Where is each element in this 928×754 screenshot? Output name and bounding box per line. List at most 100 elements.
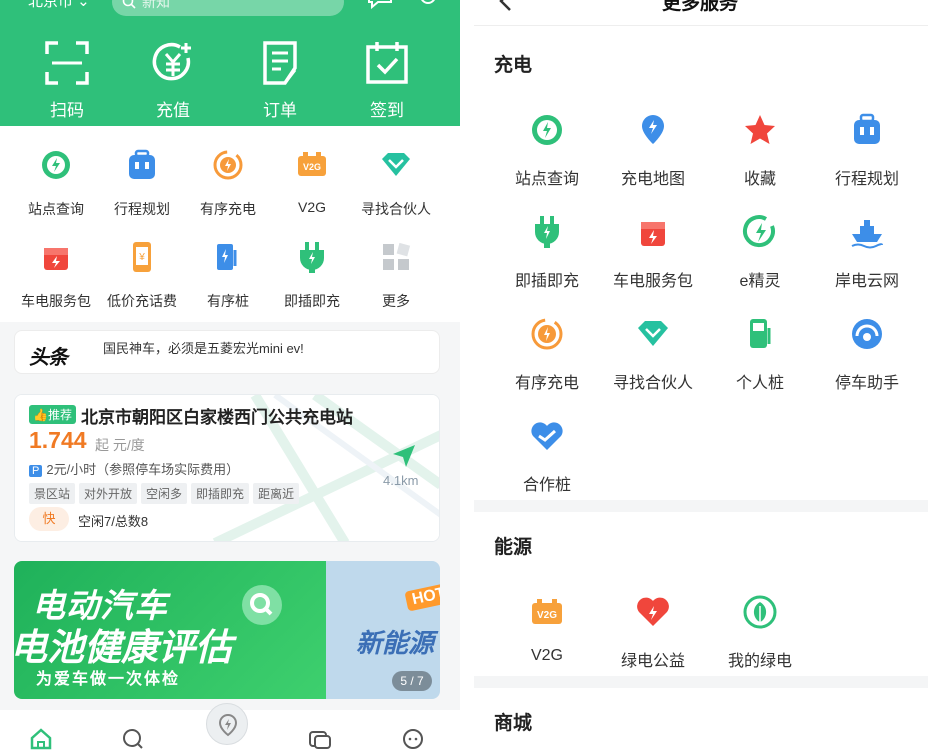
- service-service-pack[interactable]: 车电服务包: [600, 214, 706, 291]
- recommend-badge: 👍推荐: [29, 405, 76, 424]
- navigate-icon[interactable]: [391, 443, 417, 469]
- section-divider: [474, 500, 928, 512]
- charge-tab-button[interactable]: [206, 703, 248, 745]
- discover-tab-icon[interactable]: [122, 728, 144, 750]
- grid-item-service-pack[interactable]: 车电服务包: [10, 240, 102, 311]
- service-trip-plan[interactable]: 行程规划: [814, 112, 920, 189]
- order-button[interactable]: 订单: [245, 40, 315, 121]
- scan-icon: [45, 41, 89, 85]
- promo-banner[interactable]: 电动汽车 电池健康评估 为爱车做一次体检 HOT 新能源 5 / 7: [14, 561, 440, 699]
- orderly-charge-icon: [213, 150, 243, 180]
- grid-item-plug-charge[interactable]: 即插即充: [266, 240, 358, 311]
- news-ticker[interactable]: 头条 国民神车，必须是五菱宏光mini ev!: [14, 330, 440, 374]
- green-charity-icon: [637, 597, 669, 626]
- recharge-button[interactable]: 充值: [138, 40, 208, 121]
- checkin-button[interactable]: 签到: [352, 40, 422, 121]
- v2g-icon: V2G: [532, 599, 562, 624]
- fast-charge-badge: 快: [29, 507, 69, 531]
- partner-icon: [382, 153, 410, 176]
- service-personal-pile[interactable]: 个人桩: [707, 316, 813, 393]
- v2g-icon: V2G: [298, 152, 326, 176]
- search-input[interactable]: 新知: [112, 0, 344, 16]
- service-favorite[interactable]: 收藏: [707, 112, 813, 189]
- orderly-charge-icon: [531, 318, 563, 350]
- service-parking-assistant[interactable]: 停车助手: [814, 316, 920, 393]
- profile-tab-icon[interactable]: [402, 728, 424, 750]
- station-query-icon: [532, 115, 562, 145]
- tag: 即插即充: [191, 483, 250, 504]
- phone-bill-icon: ¥: [133, 242, 151, 272]
- grid-item-orderly-charge[interactable]: 有序充电: [182, 148, 274, 219]
- plug-charge-icon: [300, 242, 324, 273]
- svg-text:V2G: V2G: [303, 162, 321, 172]
- grid-item-v2g[interactable]: V2G V2G: [266, 148, 358, 215]
- parking-info: P 2元/小时（参照停车场实际费用）: [29, 459, 239, 478]
- service-partner[interactable]: 寻找合伙人: [600, 316, 706, 393]
- section-title-mall: 商城: [494, 713, 533, 734]
- banner-pager: 5 / 7: [392, 671, 432, 691]
- station-query-icon: [42, 151, 70, 179]
- favorite-star-icon: [745, 115, 775, 144]
- parking-assistant-icon: [852, 319, 882, 349]
- availability-count: 空闲7/总数8: [78, 514, 149, 529]
- service-cooperation-pile[interactable]: 合作桩: [494, 418, 600, 495]
- checkin-icon: [366, 42, 408, 84]
- battery-health-banner: 电动汽车 电池健康评估 为爱车做一次体检: [14, 561, 326, 699]
- message-icon[interactable]: [366, 0, 394, 10]
- station-price: 1.744: [29, 427, 87, 453]
- grid-item-trip-plan[interactable]: 行程规划: [96, 148, 188, 219]
- scan-button[interactable]: 扫码: [32, 40, 102, 121]
- nav-header: 更多服务: [474, 0, 928, 26]
- grid-item-more[interactable]: 更多: [350, 240, 442, 311]
- tag: 距离近: [253, 483, 300, 504]
- more-services-screen: 更多服务 充电 站点查询 充电地图 收藏 行程规划 即插即充 车电服务包 e精灵…: [474, 0, 928, 754]
- more-icon: [383, 242, 411, 270]
- service-v2g[interactable]: V2G V2G: [494, 594, 600, 665]
- hot-badge: HOT: [404, 582, 440, 612]
- service-my-green-power[interactable]: 我的绿电: [707, 594, 813, 671]
- plug-charge-icon: [535, 216, 559, 248]
- page-title: 更多服务: [662, 0, 739, 14]
- card-tab-icon[interactable]: [308, 728, 332, 750]
- recharge-icon: [152, 42, 191, 81]
- city-selector[interactable]: 北京市 ⌄: [28, 0, 90, 11]
- tag: 空闲多: [141, 483, 188, 504]
- cooperation-pile-icon: [531, 422, 563, 450]
- grid-item-orderly-pile[interactable]: 有序桩: [182, 240, 274, 311]
- orderly-pile-icon: [217, 244, 237, 270]
- section-title-charging: 充电: [494, 55, 533, 76]
- news-brand-logo: 头条: [29, 347, 68, 369]
- grid-item-partner[interactable]: 寻找合伙人: [350, 148, 442, 219]
- price-unit: 起 元/度: [95, 437, 145, 453]
- search-icon: [122, 0, 136, 9]
- recommended-station-card[interactable]: 👍推荐 北京市朝阳区白家楼西门公共充电站 1.744 起 元/度 P 2元/小时（…: [14, 394, 440, 542]
- home-tab-icon[interactable]: [30, 728, 52, 750]
- service-pack-icon: [641, 222, 665, 246]
- service-pack-icon: [44, 248, 68, 270]
- section-title-energy: 能源: [494, 537, 533, 558]
- service-e-sprite[interactable]: e精灵: [707, 214, 813, 291]
- my-green-power-icon: [743, 595, 777, 629]
- station-name: 北京市朝阳区白家楼西门公共充电站: [81, 408, 353, 427]
- grid-item-station-query[interactable]: 站点查询: [10, 148, 102, 219]
- service-grid: 站点查询 行程规划 有序充电 V2G V2G 寻找合伙人 车电服务包 ¥ 低价充…: [0, 126, 460, 322]
- station-tags: 景区站 对外开放 空闲多 即插即充 距离近: [29, 483, 303, 504]
- grid-item-phone-bill[interactable]: ¥ 低价充话费: [96, 240, 188, 311]
- service-orderly-charge[interactable]: 有序充电: [494, 316, 600, 393]
- settings-icon[interactable]: [414, 0, 442, 10]
- partner-icon: [638, 321, 668, 346]
- svg-text:¥: ¥: [138, 252, 145, 263]
- svg-text:V2G: V2G: [537, 610, 557, 621]
- service-green-charity[interactable]: 绿电公益: [600, 594, 706, 671]
- service-shore-power[interactable]: 岸电云网: [814, 214, 920, 291]
- order-icon: [263, 41, 297, 85]
- service-charge-map[interactable]: 充电地图: [600, 112, 706, 189]
- tag: 景区站: [29, 483, 76, 504]
- shore-power-icon: [851, 220, 883, 249]
- service-station-query[interactable]: 站点查询: [494, 112, 600, 189]
- back-arrow-icon[interactable]: [496, 0, 516, 12]
- news-headline: 国民神车，必须是五菱宏光mini ev!: [103, 341, 304, 356]
- trip-plan-icon: [129, 149, 155, 179]
- service-plug-charge[interactable]: 即插即充: [494, 214, 600, 291]
- station-distance: 4.1km: [383, 473, 419, 488]
